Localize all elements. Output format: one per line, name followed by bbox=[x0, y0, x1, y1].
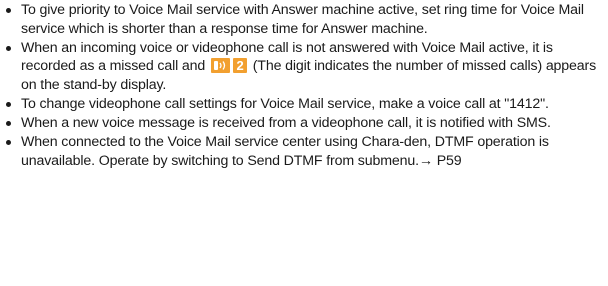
note-text: When a new voice message is received fro… bbox=[21, 115, 551, 132]
note-text: To give priority to Voice Mail service w… bbox=[21, 2, 584, 37]
notes-list: To give priority to Voice Mail service w… bbox=[0, 1, 608, 171]
bullet-icon bbox=[6, 8, 11, 13]
missed-count-digit: 2 bbox=[236, 58, 243, 73]
note-text: When connected to the Voice Mail service… bbox=[21, 134, 549, 169]
bullet-icon bbox=[6, 140, 11, 146]
bullet-icon bbox=[6, 121, 11, 127]
note-item: When a new voice message is received fro… bbox=[0, 114, 608, 133]
note-item: When an incoming voice or videophone cal… bbox=[0, 39, 608, 95]
missed-call-icon-graphic: 2 bbox=[210, 58, 247, 74]
note-item: To change videophone call settings for V… bbox=[0, 95, 608, 114]
handset-shape bbox=[213, 61, 218, 71]
note-text: To change videophone call settings for V… bbox=[21, 95, 549, 112]
missed-call-icon: 2 bbox=[210, 58, 247, 74]
note-item: To give priority to Voice Mail service w… bbox=[0, 1, 608, 38]
manual-page: To give priority to Voice Mail service w… bbox=[0, 0, 608, 286]
note-item: When connected to the Voice Mail service… bbox=[0, 133, 608, 170]
bullet-icon bbox=[6, 101, 11, 107]
bullet-icon bbox=[6, 45, 11, 51]
